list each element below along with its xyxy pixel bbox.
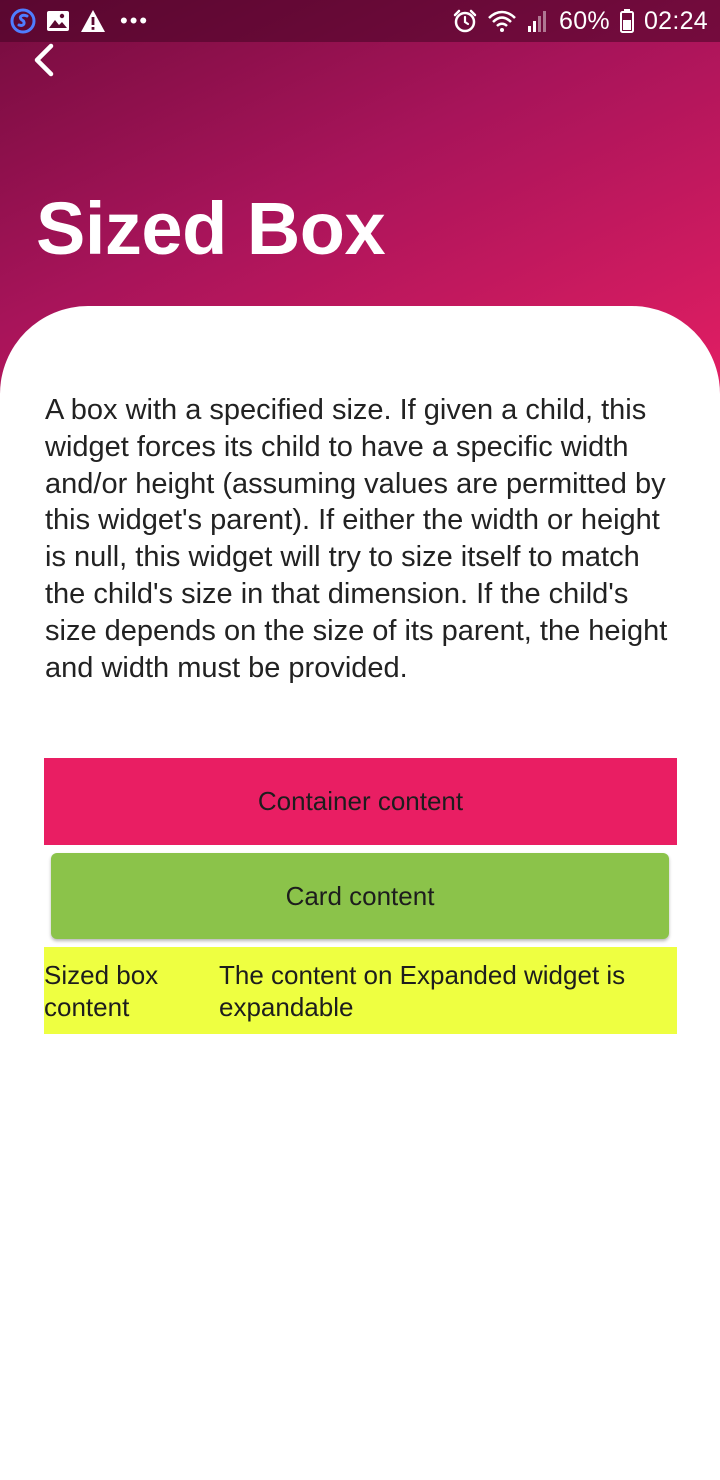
description-text: A box with a specified size. If given a … (45, 394, 668, 684)
battery-percent: 60% (559, 6, 610, 35)
wifi-icon (488, 10, 516, 32)
app-screen: ••• 60% 02:24 Sized Box A box with a spe… (0, 0, 720, 1480)
card-demo: Card content (51, 853, 669, 939)
chevron-left-icon (34, 43, 54, 77)
back-button[interactable] (24, 40, 64, 80)
status-right: 60% 02:24 (453, 7, 708, 36)
page-title: Sized Box (36, 187, 386, 270)
status-left: ••• (10, 8, 149, 34)
battery-icon (619, 9, 634, 33)
status-time: 02:24 (643, 6, 708, 35)
card-label: Card content (285, 880, 435, 911)
s-app-icon (10, 8, 36, 34)
warning-icon (81, 10, 105, 32)
alarm-icon (453, 9, 477, 33)
signal-icon (528, 11, 546, 32)
image-icon (47, 11, 69, 31)
status-bar: ••• 60% 02:24 (0, 0, 720, 42)
sized-box-row: Sized box content The content on Expande… (44, 947, 677, 1034)
container-label: Container content (257, 786, 464, 816)
more-dots-icon: ••• (120, 8, 150, 33)
container-demo: Container content (44, 758, 677, 845)
expanded-label: The content on Expanded widget is expand… (219, 959, 626, 1022)
sized-box-label: Sized box content (44, 959, 159, 1022)
